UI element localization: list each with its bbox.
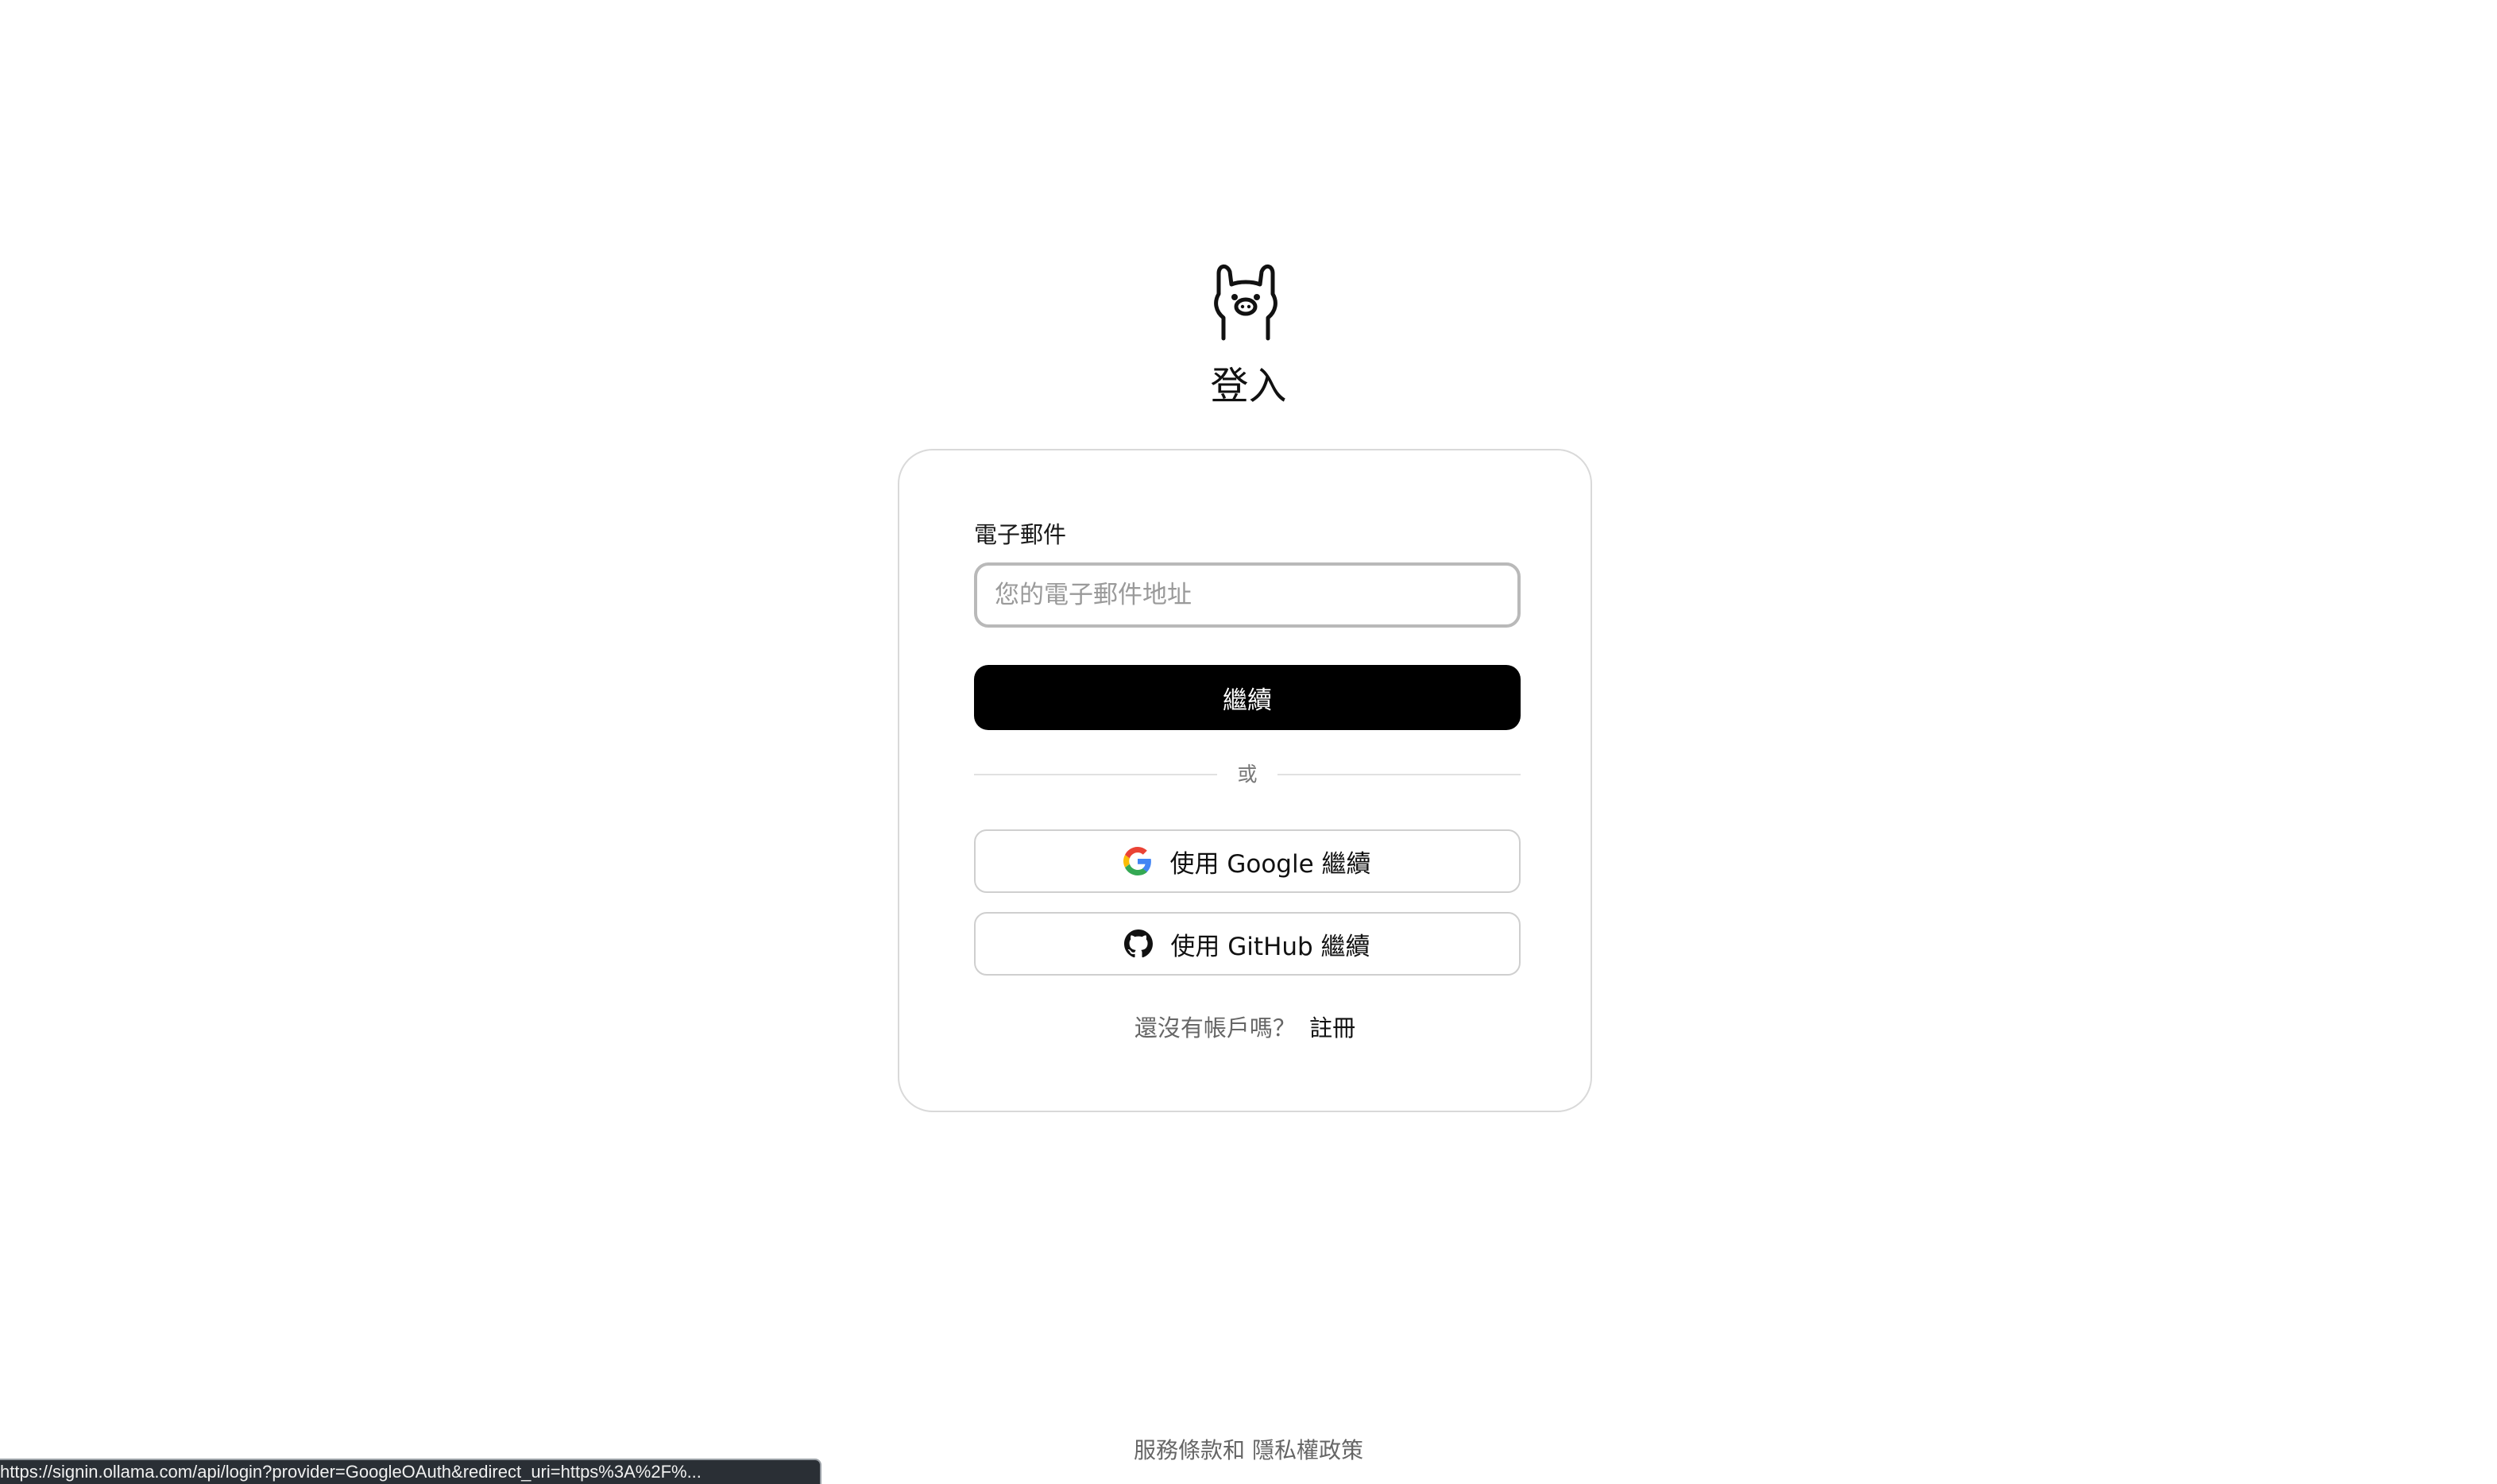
email-label: 電子郵件 xyxy=(974,521,1067,548)
github-icon xyxy=(1124,929,1154,958)
divider-line-right xyxy=(1277,774,1521,775)
continue-button[interactable]: 繼續 xyxy=(974,665,1521,730)
google-icon xyxy=(1123,847,1152,875)
google-button-label: 使用 Google 繼續 xyxy=(1169,849,1371,879)
google-signin-button[interactable]: 使用 Google 繼續 xyxy=(974,829,1521,893)
footer-conjunction: 和 xyxy=(1223,1437,1246,1463)
email-input[interactable] xyxy=(974,562,1521,628)
or-divider: 或 xyxy=(974,759,1521,790)
ollama-logo-icon xyxy=(1214,265,1277,341)
signup-row: 還沒有帳戶嗎？ 註冊 xyxy=(899,1012,1591,1044)
browser-status-bar: https://signin.ollama.com/api/login?prov… xyxy=(0,1459,821,1484)
terms-link[interactable]: 服務條款 xyxy=(1134,1437,1223,1463)
signup-prompt: 還沒有帳戶嗎？ xyxy=(1134,1014,1296,1042)
github-button-label: 使用 GitHub 繼續 xyxy=(1170,932,1370,961)
signin-card: 電子郵件 繼續 或 使用 Google 繼續 使用 GitHub 繼續 還沒有 xyxy=(898,449,1592,1112)
signin-page: 登入 電子郵件 繼續 或 使用 Google 繼續 使用 GitHub 繼續 xyxy=(0,0,2497,1484)
privacy-link[interactable]: 隱私權政策 xyxy=(1252,1437,1363,1463)
page-title: 登入 xyxy=(1210,364,1287,408)
github-signin-button[interactable]: 使用 GitHub 繼續 xyxy=(974,912,1521,976)
signup-link[interactable]: 註冊 xyxy=(1309,1014,1355,1042)
